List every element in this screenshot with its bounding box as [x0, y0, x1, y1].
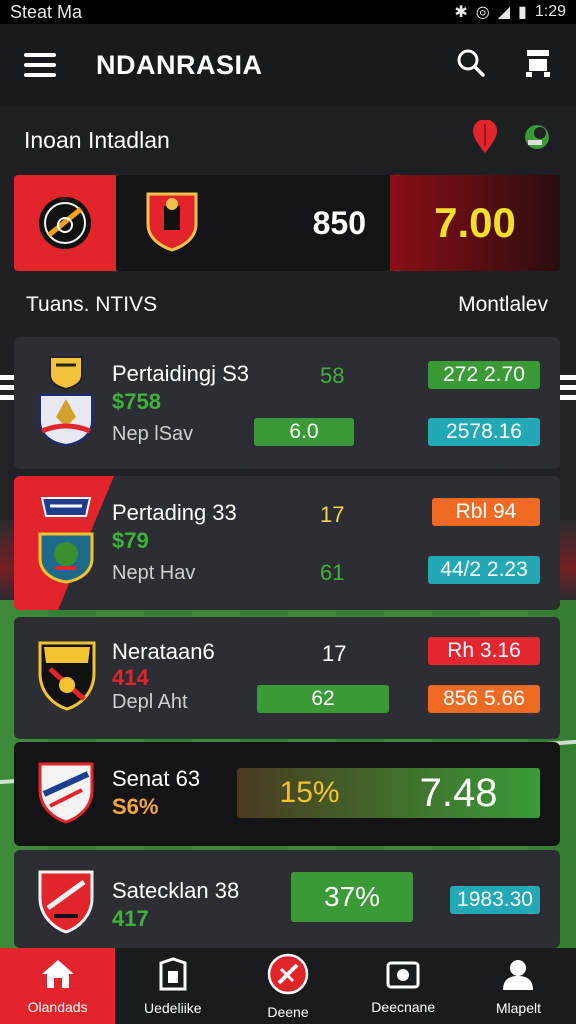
- match-subtitle: Nep lSav: [112, 423, 194, 445]
- wifi-icon: ◢: [497, 4, 511, 21]
- match-name: Nerataan6: [112, 639, 215, 664]
- bluetooth-icon: ✱: [454, 4, 468, 21]
- sort-dropdown[interactable]: Montlalev: [458, 293, 548, 317]
- big-odd-bar[interactable]: 15% 7.48: [237, 768, 540, 818]
- stat-bar[interactable]: 62: [257, 685, 389, 713]
- match-name: Pertaidingj S3: [112, 361, 249, 386]
- carrier-label: Steat Ma: [10, 1, 83, 22]
- nav-label: Mlapelt: [495, 999, 541, 1016]
- match-price: $758: [112, 389, 161, 414]
- section-header: Inoan Intadlan: [0, 106, 576, 174]
- match-subtitle: Nept Hav: [112, 562, 196, 584]
- match-card[interactable]: Nerataan6 414 Depl Aht 17 62 Rh 3.16 856…: [14, 617, 560, 739]
- match-stat: 58: [320, 363, 345, 388]
- match-card[interactable]: Satecklan 38 417 37% 1983.30: [14, 850, 560, 948]
- match-price: $79: [112, 528, 149, 553]
- match-card[interactable]: Pertaidingj S3 $758 Nep lSav 58 6.0 272 …: [14, 337, 560, 469]
- match-stat: 17: [322, 641, 347, 666]
- match-price: 417: [112, 906, 149, 931]
- match-name: Senat 63: [112, 766, 201, 791]
- nav-label: Deene: [267, 1003, 309, 1020]
- percent-bar[interactable]: 37%: [291, 872, 413, 922]
- match-name: Pertading 33: [112, 500, 237, 525]
- bottom-navigation: Olandads Uedeliike Deene Deecnane Mlapel…: [0, 948, 576, 1024]
- featured-score: 850: [312, 204, 366, 241]
- match-subtitle: Depl Aht: [112, 691, 188, 713]
- odd-button-bottom[interactable]: 2578.16: [428, 418, 540, 446]
- odd-button-top[interactable]: Rh 3.16: [428, 637, 540, 665]
- stat-bar[interactable]: 6.0: [254, 418, 354, 446]
- odd-button-bottom[interactable]: 1983.30: [450, 886, 540, 914]
- stat-value: 61: [320, 560, 345, 585]
- team-logo: [36, 494, 96, 591]
- app-bar: NDANRASIA: [0, 24, 576, 106]
- location-pin-icon[interactable]: [472, 119, 498, 160]
- calendar-icon[interactable]: [524, 48, 552, 83]
- nav-profile[interactable]: Mlapelt: [461, 948, 576, 1024]
- live-ball-icon: [267, 953, 309, 998]
- team-logo: [36, 355, 96, 452]
- featured-odd-button[interactable]: 7.00: [390, 175, 560, 271]
- document-icon: [157, 956, 189, 994]
- nav-media[interactable]: Deecnane: [346, 948, 461, 1024]
- odd-button-bottom[interactable]: 44/2 2.23: [428, 556, 540, 584]
- nav-label: Uedeliike: [144, 999, 202, 1016]
- search-icon[interactable]: [456, 48, 486, 83]
- match-name: Satecklan 38: [112, 878, 240, 903]
- nav-home[interactable]: Olandads: [0, 948, 116, 1024]
- away-team-logo: [144, 190, 200, 257]
- match-card[interactable]: Pertading 33 $79 Nept Hav 17 61 Rbl 94 4…: [14, 476, 560, 610]
- team-globe-icon[interactable]: [522, 122, 552, 158]
- menu-icon[interactable]: [24, 53, 56, 77]
- team-logo: [36, 868, 96, 941]
- match-card[interactable]: Senat 63 S6% 15% 7.48: [14, 742, 560, 846]
- signal-icon: ▮: [518, 4, 527, 21]
- nav-label: Deecnane: [371, 998, 436, 1015]
- odd-button-bottom[interactable]: 856 5.66: [428, 685, 540, 713]
- list-header-left: Tuans. NTIVS: [26, 293, 158, 316]
- odd-button-top[interactable]: Rbl 94: [432, 498, 540, 526]
- nav-label: Olandads: [27, 998, 88, 1015]
- status-bar: Steat Ma ✱ ◎ ◢ ▮ 1:29: [0, 0, 576, 24]
- bar-odd: 7.48: [419, 770, 498, 815]
- camera-icon: [385, 958, 421, 993]
- alarm-icon: ◎: [475, 4, 490, 21]
- nav-schedule[interactable]: Uedeliike: [115, 948, 230, 1024]
- odd-button-top[interactable]: 272 2.70: [428, 361, 540, 389]
- app-title: NDANRASIA: [96, 49, 263, 80]
- clock-label: 1:29: [534, 3, 566, 20]
- list-header: Tuans. NTIVS Montlalev: [0, 280, 576, 330]
- nav-live[interactable]: Deene: [230, 948, 345, 1024]
- team-logo: [36, 639, 98, 718]
- home-icon: [40, 958, 76, 993]
- team-logo: [36, 760, 96, 831]
- match-percent: S6%: [112, 794, 159, 819]
- profile-icon: [500, 957, 536, 994]
- section-title: Inoan Intadlan: [24, 126, 170, 153]
- bar-percent: 15%: [279, 776, 340, 809]
- featured-match[interactable]: 850 7.00: [14, 175, 560, 271]
- home-team-logo: [14, 175, 116, 271]
- match-price: 414: [112, 665, 149, 690]
- match-stat: 17: [320, 502, 345, 527]
